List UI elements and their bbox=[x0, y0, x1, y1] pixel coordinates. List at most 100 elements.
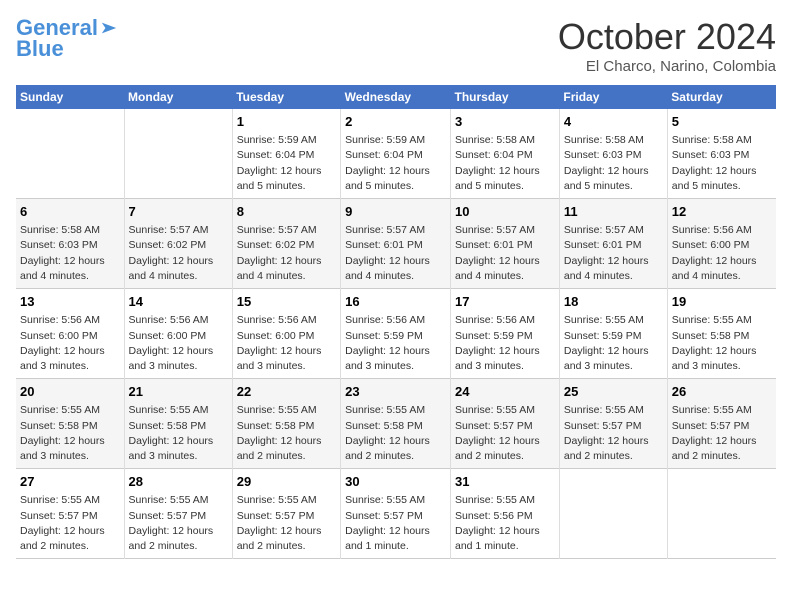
day-header-sunday: Sunday bbox=[16, 85, 124, 109]
day-info: Sunrise: 5:55 AM Sunset: 5:57 PM Dayligh… bbox=[564, 403, 663, 464]
calendar-cell: 4Sunrise: 5:58 AM Sunset: 6:03 PM Daylig… bbox=[559, 109, 667, 199]
day-number: 6 bbox=[20, 203, 120, 221]
day-info: Sunrise: 5:55 AM Sunset: 5:58 PM Dayligh… bbox=[20, 403, 120, 464]
calendar-cell bbox=[16, 109, 124, 199]
calendar-cell: 13Sunrise: 5:56 AM Sunset: 6:00 PM Dayli… bbox=[16, 289, 124, 379]
day-number: 20 bbox=[20, 383, 120, 401]
calendar-cell: 3 Sunrise: 5:58 AM Sunset: 6:04 PM Daylig… bbox=[451, 109, 560, 199]
day-info: Sunrise: 5:57 AM Sunset: 6:02 PM Dayligh… bbox=[129, 223, 228, 284]
day-number: 29 bbox=[237, 473, 336, 491]
calendar-cell: 22Sunrise: 5:55 AM Sunset: 5:58 PM Dayli… bbox=[232, 379, 340, 469]
day-number: 7 bbox=[129, 203, 228, 221]
day-number: 31 bbox=[455, 473, 555, 491]
calendar-week-3: 13 Sunrise: 5:56 AM Sunset: 6:00 PM Dayli… bbox=[16, 289, 776, 379]
calendar-cell: 26 Sunrise: 5:55 AM Sunset: 5:57 PM Dayli… bbox=[667, 379, 776, 469]
day-info: Sunrise: 5:56 AM Sunset: 6:00 PM Dayligh… bbox=[129, 313, 228, 374]
day-info: Sunrise: 5:57 AM Sunset: 6:01 PM Dayligh… bbox=[455, 223, 555, 284]
day-number: 25 bbox=[564, 383, 663, 401]
day-info: Sunrise: 5:57 AM Sunset: 6:01 PM Dayligh… bbox=[345, 223, 446, 284]
calendar-week-2: 6 Sunrise: 5:58 AM Sunset: 6:03 PM Daylig… bbox=[16, 199, 776, 289]
calendar-week-4: 20 Sunrise: 5:55 AM Sunset: 5:58 PM Dayli… bbox=[16, 379, 776, 469]
calendar-cell: 10 Sunrise: 5:57 AM Sunset: 6:01 PM Dayli… bbox=[451, 199, 560, 289]
calendar-cell: 29 Sunrise: 5:55 AM Sunset: 5:57 PM Dayli… bbox=[232, 469, 340, 559]
month-title: October 2024 bbox=[558, 16, 776, 58]
day-info: Sunrise: 5:58 AM Sunset: 6:03 PM Dayligh… bbox=[20, 223, 120, 284]
day-info: Sunrise: 5:58 AM Sunset: 6:03 PM Dayligh… bbox=[564, 133, 663, 194]
day-number: 9 bbox=[345, 203, 446, 221]
day-number: 22 bbox=[237, 383, 336, 401]
calendar-cell: 9 Sunrise: 5:57 AM Sunset: 6:01 PM Daylig… bbox=[341, 199, 451, 289]
day-number: 14 bbox=[129, 293, 228, 311]
calendar-week-1: 1Sunrise: 5:59 AM Sunset: 6:04 PM Daylig… bbox=[16, 109, 776, 199]
calendar-cell: 27Sunrise: 5:55 AM Sunset: 5:57 PM Dayli… bbox=[16, 469, 124, 559]
day-info: Sunrise: 5:55 AM Sunset: 5:58 PM Dayligh… bbox=[129, 403, 228, 464]
calendar-cell: 12 Sunrise: 5:56 AM Sunset: 6:00 PM Dayli… bbox=[667, 199, 776, 289]
day-info: Sunrise: 5:55 AM Sunset: 5:57 PM Dayligh… bbox=[345, 493, 446, 554]
calendar-cell: 5 Sunrise: 5:58 AM Sunset: 6:03 PM Daylig… bbox=[667, 109, 776, 199]
day-info: Sunrise: 5:58 AM Sunset: 6:04 PM Dayligh… bbox=[455, 133, 555, 194]
day-number: 23 bbox=[345, 383, 446, 401]
day-info: Sunrise: 5:55 AM Sunset: 5:57 PM Dayligh… bbox=[129, 493, 228, 554]
day-info: Sunrise: 5:55 AM Sunset: 5:58 PM Dayligh… bbox=[345, 403, 446, 464]
day-number: 10 bbox=[455, 203, 555, 221]
calendar-cell: 15Sunrise: 5:56 AM Sunset: 6:00 PM Dayli… bbox=[232, 289, 340, 379]
day-header-monday: Monday bbox=[124, 85, 232, 109]
day-header-thursday: Thursday bbox=[451, 85, 560, 109]
day-info: Sunrise: 5:56 AM Sunset: 6:00 PM Dayligh… bbox=[672, 223, 772, 284]
day-info: Sunrise: 5:55 AM Sunset: 5:56 PM Dayligh… bbox=[455, 493, 555, 554]
calendar-cell: 14 Sunrise: 5:56 AM Sunset: 6:00 PM Dayli… bbox=[124, 289, 232, 379]
day-info: Sunrise: 5:55 AM Sunset: 5:59 PM Dayligh… bbox=[564, 313, 663, 374]
day-number: 18 bbox=[564, 293, 663, 311]
day-number: 15 bbox=[237, 293, 336, 311]
day-number: 21 bbox=[129, 383, 228, 401]
calendar-cell bbox=[124, 109, 232, 199]
day-number: 12 bbox=[672, 203, 772, 221]
calendar-cell: 20 Sunrise: 5:55 AM Sunset: 5:58 PM Dayli… bbox=[16, 379, 124, 469]
day-info: Sunrise: 5:56 AM Sunset: 5:59 PM Dayligh… bbox=[455, 313, 555, 374]
day-number: 11 bbox=[564, 203, 663, 221]
day-info: Sunrise: 5:55 AM Sunset: 5:57 PM Dayligh… bbox=[20, 493, 120, 554]
day-number: 28 bbox=[129, 473, 228, 491]
calendar-cell: 30 Sunrise: 5:55 AM Sunset: 5:57 PM Dayli… bbox=[341, 469, 451, 559]
day-info: Sunrise: 5:59 AM Sunset: 6:04 PM Dayligh… bbox=[237, 133, 336, 194]
calendar-cell: 2 Sunrise: 5:59 AM Sunset: 6:04 PM Daylig… bbox=[341, 109, 451, 199]
day-number: 13 bbox=[20, 293, 120, 311]
day-header-friday: Friday bbox=[559, 85, 667, 109]
calendar-header-row: SundayMondayTuesdayWednesdayThursdayFrid… bbox=[16, 85, 776, 109]
title-section: October 2024 El Charco, Narino, Colombia bbox=[558, 16, 776, 75]
calendar-cell: 1Sunrise: 5:59 AM Sunset: 6:04 PM Daylig… bbox=[232, 109, 340, 199]
calendar-cell: 6 Sunrise: 5:58 AM Sunset: 6:03 PM Daylig… bbox=[16, 199, 124, 289]
calendar-cell: 8Sunrise: 5:57 AM Sunset: 6:02 PM Daylig… bbox=[232, 199, 340, 289]
day-number: 17 bbox=[455, 293, 555, 311]
day-info: Sunrise: 5:57 AM Sunset: 6:01 PM Dayligh… bbox=[564, 223, 663, 284]
day-number: 8 bbox=[237, 203, 336, 221]
calendar-cell: 7 Sunrise: 5:57 AM Sunset: 6:02 PM Daylig… bbox=[124, 199, 232, 289]
day-info: Sunrise: 5:55 AM Sunset: 5:58 PM Dayligh… bbox=[672, 313, 772, 374]
calendar-cell: 17 Sunrise: 5:56 AM Sunset: 5:59 PM Dayli… bbox=[451, 289, 560, 379]
day-number: 2 bbox=[345, 113, 446, 131]
calendar-cell: 23 Sunrise: 5:55 AM Sunset: 5:58 PM Dayli… bbox=[341, 379, 451, 469]
day-info: Sunrise: 5:56 AM Sunset: 5:59 PM Dayligh… bbox=[345, 313, 446, 374]
day-header-saturday: Saturday bbox=[667, 85, 776, 109]
day-number: 26 bbox=[672, 383, 772, 401]
day-info: Sunrise: 5:58 AM Sunset: 6:03 PM Dayligh… bbox=[672, 133, 772, 194]
day-info: Sunrise: 5:55 AM Sunset: 5:57 PM Dayligh… bbox=[237, 493, 336, 554]
day-number: 5 bbox=[672, 113, 772, 131]
day-number: 30 bbox=[345, 473, 446, 491]
logo-blue: Blue bbox=[16, 38, 118, 60]
calendar-week-5: 27Sunrise: 5:55 AM Sunset: 5:57 PM Dayli… bbox=[16, 469, 776, 559]
calendar-cell bbox=[667, 469, 776, 559]
page-header: General Blue October 2024 El Charco, Nar… bbox=[16, 16, 776, 75]
calendar-cell: 25 Sunrise: 5:55 AM Sunset: 5:57 PM Dayli… bbox=[559, 379, 667, 469]
day-number: 3 bbox=[455, 113, 555, 131]
day-info: Sunrise: 5:55 AM Sunset: 5:57 PM Dayligh… bbox=[672, 403, 772, 464]
calendar-cell: 21 Sunrise: 5:55 AM Sunset: 5:58 PM Dayli… bbox=[124, 379, 232, 469]
calendar-cell: 18 Sunrise: 5:55 AM Sunset: 5:59 PM Dayli… bbox=[559, 289, 667, 379]
logo: General Blue bbox=[16, 16, 118, 60]
day-info: Sunrise: 5:59 AM Sunset: 6:04 PM Dayligh… bbox=[345, 133, 446, 194]
calendar-cell: 31 Sunrise: 5:55 AM Sunset: 5:56 PM Dayli… bbox=[451, 469, 560, 559]
day-number: 16 bbox=[345, 293, 446, 311]
day-number: 24 bbox=[455, 383, 555, 401]
day-number: 19 bbox=[672, 293, 772, 311]
logo-arrow-icon bbox=[100, 19, 118, 37]
